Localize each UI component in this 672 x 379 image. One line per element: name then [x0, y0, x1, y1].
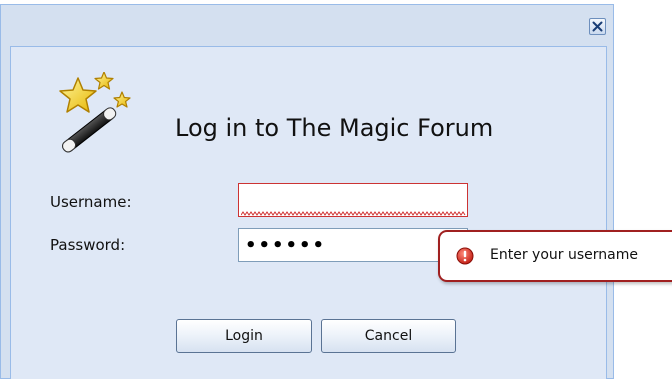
close-button[interactable] — [589, 18, 606, 35]
validation-tooltip: Enter your username — [438, 230, 672, 282]
error-icon — [456, 247, 474, 265]
password-label: Password: — [50, 236, 126, 254]
password-field[interactable] — [238, 228, 468, 262]
validation-message: Enter your username — [490, 247, 638, 263]
close-icon — [592, 21, 603, 32]
dialog-title: Log in to The Magic Forum — [175, 114, 494, 142]
page: Log in to The Magic Forum Username: Pass… — [0, 0, 672, 379]
magic-wand-icon — [59, 72, 131, 153]
cancel-button[interactable]: Cancel — [321, 319, 456, 353]
username-label: Username: — [50, 193, 132, 211]
login-button[interactable]: Login — [176, 319, 312, 353]
invalid-underline — [241, 211, 466, 216]
